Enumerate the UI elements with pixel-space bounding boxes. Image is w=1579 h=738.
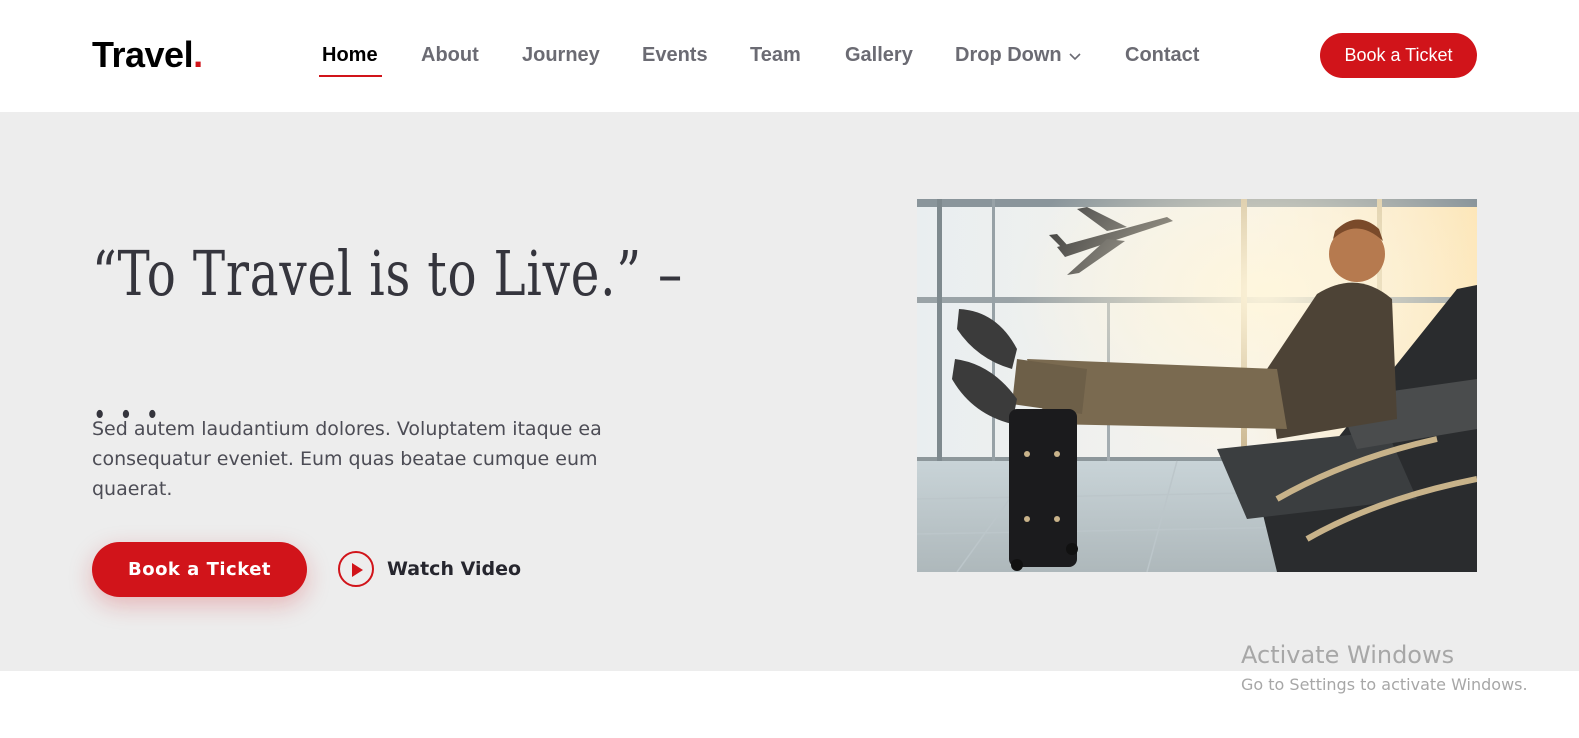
windows-activation-subtitle: Go to Settings to activate Windows. (1241, 675, 1528, 694)
book-ticket-header-button[interactable]: Book a Ticket (1320, 33, 1477, 78)
play-icon (338, 551, 374, 587)
nav-dropdown-label: Drop Down (955, 44, 1062, 66)
nav-gallery[interactable]: Gallery (845, 44, 913, 67)
chevron-down-icon (1069, 53, 1081, 60)
nav-events[interactable]: Events (642, 44, 708, 67)
nav-team[interactable]: Team (750, 44, 801, 67)
hero-section: “To Travel is to Live.” – ... Sed autem … (0, 112, 1579, 671)
site-logo[interactable]: Travel. (92, 34, 203, 76)
book-ticket-hero-button[interactable]: Book a Ticket (92, 542, 307, 597)
logo-text: Travel (92, 34, 194, 75)
windows-activation-title: Activate Windows (1241, 641, 1455, 669)
nav-dropdown[interactable]: Drop Down (955, 44, 1082, 67)
hero-description: Sed autem laudantium dolores. Voluptatem… (92, 418, 602, 500)
hero-title-line1: “To Travel is to Live.” – (92, 237, 683, 310)
nav-contact[interactable]: Contact (1125, 44, 1199, 67)
nav-about[interactable]: About (421, 44, 479, 67)
watch-video-label: Watch Video (387, 558, 522, 580)
nav-journey[interactable]: Journey (522, 44, 600, 67)
logo-dot: . (193, 34, 203, 75)
hero-image (917, 199, 1477, 572)
nav-home[interactable]: Home (319, 44, 382, 77)
watch-video-link[interactable]: Watch Video (338, 549, 521, 589)
site-header: Travel. Home About Journey Events Team G… (0, 0, 1579, 112)
